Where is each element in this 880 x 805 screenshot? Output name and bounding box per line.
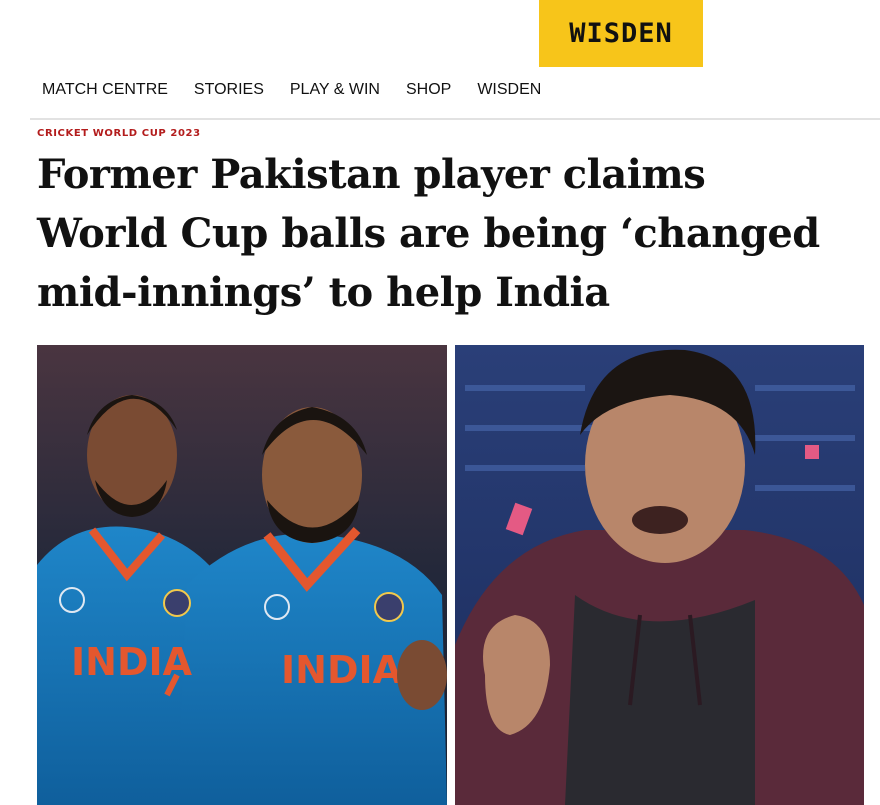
main-nav: MATCH CENTRE STORIES PLAY & WIN SHOP WIS… (42, 78, 567, 102)
pundit-photo (455, 345, 864, 805)
nav-item-play-win[interactable]: PLAY & WIN (290, 81, 380, 99)
nav-divider (30, 118, 880, 120)
logo-text: WISDEN (569, 18, 673, 49)
article-category-link[interactable]: CRICKET WORLD CUP 2023 (37, 128, 201, 139)
pundit-illustration (455, 345, 864, 805)
jersey-text-left: INDIA (71, 640, 193, 684)
nav-item-shop[interactable]: SHOP (406, 81, 451, 99)
wisden-logo[interactable]: WISDEN (539, 0, 703, 67)
jersey-text-right: INDIA (281, 648, 403, 692)
article-headline: Former Pakistan player claims World Cup … (37, 151, 820, 316)
nav-item-wisden[interactable]: WISDEN (477, 81, 541, 99)
nav-item-stories[interactable]: STORIES (194, 81, 264, 99)
india-players-illustration: INDIA INDIA (37, 345, 447, 805)
nav-item-match-centre[interactable]: MATCH CENTRE (42, 81, 168, 99)
india-players-photo: INDIA INDIA (37, 345, 447, 805)
